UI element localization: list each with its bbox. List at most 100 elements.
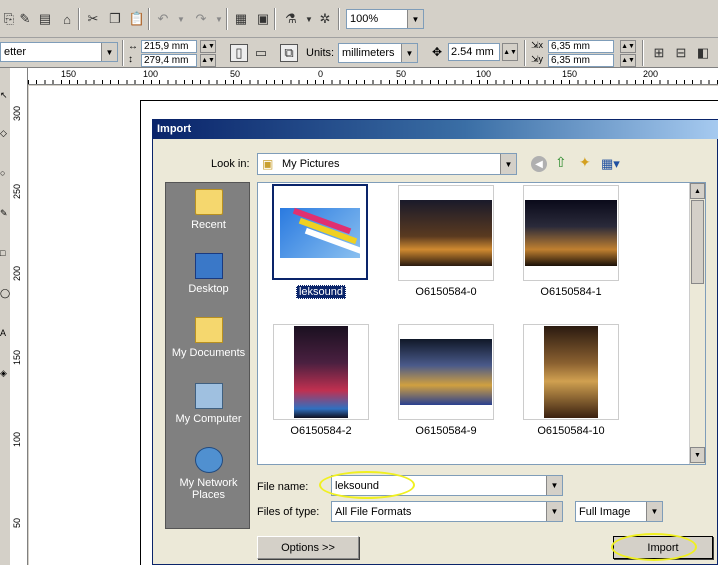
standard-toolbar: ⎘ ✎ ▤ ⌂ ✂ ❐ 📋 ↶ ▼ ↷ ▼ ▦ ▣ ⚗ ▼ ✲ 100% ▼ [0, 0, 718, 38]
corel-online-icon[interactable]: ✲ [316, 10, 334, 28]
ruler-tick-label: 300 [12, 106, 22, 122]
file-list-scrollbar[interactable]: ▲ ▼ [689, 183, 705, 464]
file-thumbnail[interactable] [398, 185, 494, 281]
units-combo[interactable]: millimeters ▼ [338, 43, 418, 63]
scroll-up-icon[interactable]: ▲ [690, 183, 705, 199]
chevron-down-icon[interactable]: ▼ [401, 44, 417, 62]
redo-icon[interactable]: ↷ [192, 10, 210, 28]
import-icon[interactable]: ▦ [232, 10, 250, 28]
all-pages-icon[interactable]: ⧉ [280, 44, 298, 62]
scroll-down-icon[interactable]: ▼ [690, 447, 705, 463]
highlight-ellipse [611, 533, 697, 561]
paper-size-combo[interactable]: etter ▼ [0, 42, 118, 62]
separator [274, 8, 276, 30]
file-name-text: O6150584-10 [537, 425, 605, 437]
print-icon[interactable]: ▤ [36, 10, 54, 28]
height-field[interactable]: 279,4 mm [141, 54, 197, 67]
duplicate-y-icon: ⇲y [531, 54, 544, 64]
nudge-icon: ✥ [432, 45, 443, 59]
file-list[interactable]: leksound O6150584-0 O6150584-1 O6150584-… [257, 182, 706, 465]
scroll-thumb[interactable] [691, 200, 704, 284]
separator [78, 8, 80, 30]
back-icon[interactable]: ◀ [531, 156, 547, 172]
folder-icon: ▣ [262, 157, 274, 171]
places-bar: Recent Desktop My Documents My Computer … [165, 182, 250, 529]
edit-icon[interactable]: ✎ [16, 10, 34, 28]
duplicate-y-spin-icon[interactable]: ▲▼ [620, 54, 636, 67]
look-in-label: Look in: [211, 158, 250, 170]
duplicate-x-icon: ⇲x [531, 40, 544, 50]
ruler-tick-label: 50 [12, 518, 22, 529]
file-name: O6150584-10 [516, 425, 626, 437]
ellipse-tool-icon[interactable]: ◯ [0, 288, 10, 302]
up-folder-icon[interactable]: ⇧ [555, 154, 567, 171]
height-spin-icon[interactable]: ▲▼ [200, 54, 216, 67]
place-my-documents[interactable]: My Documents [166, 317, 251, 359]
copy-icon[interactable]: ❐ [106, 10, 124, 28]
freehand-tool-icon[interactable]: ✎ [0, 208, 10, 222]
desktop-icon [194, 253, 223, 279]
snap-to-grid-icon[interactable]: ⊞ [650, 44, 668, 62]
chevron-down-icon[interactable]: ▼ [546, 476, 562, 495]
place-my-computer[interactable]: My Computer [166, 383, 251, 425]
zoom-value: 100% [350, 13, 379, 25]
cut-icon[interactable]: ✂ [84, 10, 102, 28]
new-folder-icon[interactable]: ✦ [579, 154, 591, 171]
nudge-field[interactable]: 2.54 mm [448, 43, 500, 61]
my-computer-icon [194, 383, 223, 409]
look-in-value: My Pictures [282, 158, 340, 170]
duplicate-y-field[interactable]: 6,35 mm [548, 54, 614, 67]
ruler-tick-label: 100 [12, 432, 22, 448]
file-name: O6150584-0 [391, 286, 501, 298]
width-field[interactable]: 215,9 mm [141, 40, 197, 53]
file-name-text: O6150584-2 [290, 425, 352, 437]
chevron-down-icon[interactable]: ▼ [407, 10, 423, 28]
file-thumbnail[interactable] [523, 185, 619, 281]
file-thumbnail[interactable] [273, 324, 369, 420]
chevron-down-icon[interactable]: ▼ [646, 502, 662, 521]
place-recent[interactable]: Recent [166, 189, 251, 231]
view-menu-icon[interactable]: ▦▾ [601, 156, 620, 172]
duplicate-x-spin-icon[interactable]: ▲▼ [620, 40, 636, 53]
file-name-label: File name: [257, 481, 309, 493]
undo-icon[interactable]: ↶ [154, 10, 172, 28]
paste-icon[interactable]: 📋 [128, 10, 146, 28]
look-in-combo[interactable]: ▣ My Pictures ▼ [257, 153, 517, 175]
portrait-icon[interactable]: ▯ [230, 44, 248, 62]
width-spin-icon[interactable]: ▲▼ [200, 40, 216, 53]
chevron-down-icon[interactable]: ▼ [500, 154, 516, 174]
place-desktop[interactable]: Desktop [166, 253, 251, 295]
file-thumbnail[interactable] [272, 184, 368, 280]
print-preview-icon[interactable]: ⌂ [58, 10, 76, 28]
rectangle-tool-icon[interactable]: □ [0, 248, 10, 262]
undo-dropdown-icon[interactable]: ▼ [172, 10, 190, 28]
image-mode-combo[interactable]: Full Image ▼ [575, 501, 663, 522]
network-places-icon [194, 447, 223, 473]
import-dialog: Import Look in: ▣ My Pictures ▼ ◀ ⇧ ✦ ▦▾… [152, 119, 718, 565]
export-icon[interactable]: ▣ [254, 10, 272, 28]
snap-to-objects-icon[interactable]: ◧ [694, 44, 712, 62]
options-button[interactable]: Options >> [257, 536, 359, 559]
duplicate-x-field[interactable]: 6,35 mm [548, 40, 614, 53]
file-name-text: O6150584-0 [415, 286, 477, 298]
pick-tool-icon[interactable]: ↖ [0, 90, 10, 104]
file-name: leksound [266, 285, 376, 299]
files-of-type-combo[interactable]: All File Formats ▼ [331, 501, 563, 522]
place-my-network-places[interactable]: My Network Places [166, 447, 251, 501]
snap-to-guidelines-icon[interactable]: ⊟ [672, 44, 690, 62]
application-launcher-icon[interactable]: ⚗ [282, 10, 300, 28]
night-photo [294, 326, 348, 418]
place-label: My Documents [171, 347, 246, 359]
chevron-down-icon[interactable]: ▼ [546, 502, 562, 521]
text-tool-icon[interactable]: A [0, 328, 10, 342]
file-thumbnail[interactable] [523, 324, 619, 420]
nudge-spin-icon[interactable]: ▲▼ [502, 43, 518, 61]
paper-size-value: etter [4, 46, 27, 58]
file-thumbnail[interactable] [398, 324, 494, 420]
chevron-down-icon[interactable]: ▼ [101, 43, 117, 61]
fill-tool-icon[interactable]: ◈ [0, 368, 10, 382]
zoom-tool-icon[interactable]: ○ [0, 168, 10, 182]
shape-tool-icon[interactable]: ◇ [0, 128, 10, 142]
zoom-combo[interactable]: 100% ▼ [346, 9, 424, 29]
landscape-icon[interactable]: ▭ [252, 44, 270, 62]
